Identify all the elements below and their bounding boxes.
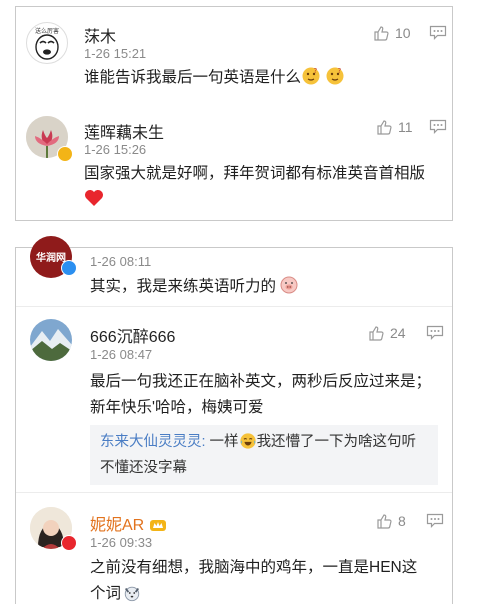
comment-time: 1-26 08:11 — [90, 254, 152, 269]
comment-author[interactable]: 莯木 — [84, 23, 116, 47]
more-options-icon[interactable] — [426, 513, 444, 529]
comment-author[interactable]: 莲晖藕未生 — [84, 119, 164, 143]
comment-text: 谁能告诉我最后一句英语是什么 ? ? — [84, 65, 345, 95]
thinking-emoji-icon: ? — [325, 66, 345, 95]
comment-text-line: 个词 — [90, 581, 440, 611]
like-count: 8 — [398, 513, 406, 529]
avatar-caption: 送么厉害 — [34, 29, 59, 35]
like-button[interactable]: 8 — [376, 511, 406, 531]
reply-author[interactable]: 东来大仙灵灵灵: — [100, 434, 206, 450]
comment-text-body: 谁能告诉我最后一句英语是什么 — [84, 69, 302, 86]
heart-emoji-icon — [84, 189, 444, 216]
like-count: 24 — [390, 325, 406, 341]
comment-item: 莲晖藕未生 1-26 15:26 11 国家强大就是好啊，拜年贺词都有标准英音首… — [16, 107, 452, 220]
reply-text: 不懂还没字幕 — [100, 460, 187, 476]
comment-text-body: 个词 — [90, 585, 122, 602]
comment-item: 送么厉害 莯木 1-26 15:21 10 谁能告诉我最后一句英语是什么 ? ? — [16, 7, 452, 107]
comment-item: 妮妮AR 1-26 09:33 8 之前没有细想，我脑海中的鸡年，一直是HEN这… — [16, 492, 452, 605]
comment-time: 1-26 15:21 — [84, 46, 147, 61]
meme-face-avatar[interactable]: 送么厉害 — [26, 22, 68, 64]
reply-text: 我还懵了一下为啥这句听 — [256, 434, 417, 450]
reply-text: 一样 — [205, 434, 239, 450]
vip-badge-icon — [57, 146, 73, 162]
comment-text-body: 其实，我是来练英语听力的 — [90, 278, 277, 295]
like-count: 11 — [398, 119, 413, 135]
comment-text: 其实，我是来练英语听力的 — [90, 274, 299, 304]
more-options-icon[interactable] — [429, 119, 447, 135]
comment-text-body: 国家强大就是好啊，拜年贺词都有标准英音首相版 — [84, 165, 426, 182]
more-options-icon[interactable] — [429, 25, 447, 41]
comment-text-line: 最后一句我还正在脑补英文，两秒后反应过来是； — [90, 373, 432, 390]
verified-badge-icon — [61, 260, 77, 276]
laughing-tears-emoji-icon — [239, 432, 257, 457]
pig-emoji-icon — [279, 275, 299, 304]
mountain-avatar[interactable] — [30, 319, 72, 361]
more-options-icon[interactable] — [426, 325, 444, 341]
comment-item: 华润网 1-26 08:11 其实，我是来练英语听力的 — [16, 236, 452, 306]
dog-emoji-icon — [123, 584, 141, 611]
comment-time: 1-26 09:33 — [90, 535, 153, 550]
like-button[interactable]: 24 — [368, 323, 406, 343]
reply-box[interactable]: 东来大仙灵灵灵: 一样 我还懵了一下为啥这句听 不懂还没字幕 — [90, 425, 438, 485]
comment-time: 1-26 15:26 — [84, 142, 147, 157]
like-button[interactable]: 10 — [373, 23, 411, 43]
like-count: 10 — [395, 25, 411, 41]
comment-text-line: 之前没有细想，我脑海中的鸡年，一直是HEN这 — [90, 559, 418, 576]
comment-text: 最后一句我还正在脑补英文，两秒后反应过来是； 新年快乐'哈哈，梅姨可爱 — [90, 369, 440, 421]
thumbs-up-icon — [369, 325, 384, 341]
comment-card-2: 华润网 1-26 08:11 其实，我是来练英语听力的 666沉醉666 1-2… — [15, 236, 453, 605]
svg-text:?: ? — [314, 67, 318, 75]
comment-time: 1-26 08:47 — [90, 347, 153, 362]
comment-text: 国家强大就是好啊，拜年贺词都有标准英音首相版 — [84, 161, 444, 216]
thumbs-up-icon — [374, 25, 389, 41]
comment-author[interactable]: 妮妮AR — [90, 511, 167, 538]
thumbs-up-icon — [377, 513, 392, 529]
comment-item: 666沉醉666 1-26 08:47 24 最后一句我还正在脑补英文，两秒后反… — [16, 306, 452, 493]
comment-text: 之前没有细想，我脑海中的鸡年，一直是HEN这 个词 — [90, 555, 440, 611]
thinking-emoji-icon: ? — [301, 66, 321, 95]
comment-text-line: 新年快乐'哈哈，梅姨可爱 — [90, 399, 264, 416]
like-button[interactable]: 11 — [376, 117, 413, 137]
comment-author[interactable]: 666沉醉666 — [90, 323, 175, 347]
svg-text:?: ? — [338, 67, 342, 75]
thumbs-up-icon — [377, 119, 392, 135]
vip-badge-icon — [61, 535, 77, 551]
comment-card-1: 送么厉害 莯木 1-26 15:21 10 谁能告诉我最后一句英语是什么 ? ? — [15, 6, 453, 221]
comment-author-name: 妮妮AR — [90, 517, 145, 534]
